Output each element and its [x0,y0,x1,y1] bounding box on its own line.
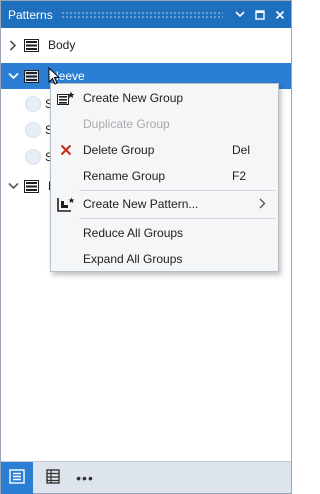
delete-x-icon [57,142,75,158]
tree-group-body[interactable]: Body [1,32,291,58]
pattern-thumbnail-icon [25,122,41,138]
menu-item-expand-all-groups[interactable]: Expand All Groups [51,246,278,272]
mouse-cursor-icon [48,66,61,88]
create-pattern-icon [57,196,75,212]
group-icon [23,69,39,83]
context-menu: Create New Group Duplicate Group Delete … [50,83,279,272]
group-icon [23,179,39,193]
patterns-panel: Patterns Body Sleeve S S S Create New Gr… [0,0,292,494]
bottom-toolbar: ••• [1,461,291,494]
submenu-arrow-icon [259,198,266,212]
panel-title: Patterns [8,7,53,22]
more-button[interactable]: ••• [69,462,101,494]
menu-item-shortcut: F2 [232,169,247,183]
menu-item-create-new-group[interactable]: Create New Group [51,85,278,111]
menu-item-label: Expand All Groups [83,252,183,266]
menu-item-shortcut: Del [232,143,251,157]
menu-item-label: Reduce All Groups [83,226,184,240]
menu-item-label: Duplicate Group [83,117,170,131]
maximize-icon[interactable] [251,6,269,24]
pattern-thumbnail-icon [25,96,41,112]
menu-item-rename-group[interactable]: Rename Group F2 [51,163,278,189]
pattern-thumbnail-icon [25,149,41,165]
create-group-icon [57,90,75,106]
menu-item-label: Rename Group [83,169,166,183]
menu-item-create-new-pattern[interactable]: Create New Pattern... [51,191,278,217]
menu-separator [79,218,276,219]
chevron-down-icon[interactable] [6,179,20,193]
properties-button[interactable] [37,462,69,494]
pattern-list-icon [9,468,25,487]
dropdown-icon[interactable] [231,6,249,24]
menu-item-label: Delete Group [83,143,155,157]
chevron-down-icon[interactable] [6,69,20,83]
panel-title-bar[interactable]: Patterns [1,1,291,28]
tree-group-label: Body [48,38,76,52]
title-bar-grip[interactable] [60,11,223,18]
properties-icon [46,468,60,487]
menu-item-label: Create New Group [83,91,184,105]
menu-item-label: Create New Pattern... [83,197,199,211]
group-icon [23,38,39,52]
chevron-right-icon[interactable] [6,38,20,52]
menu-item-duplicate-group[interactable]: Duplicate Group [51,111,278,137]
pattern-list-button[interactable] [1,461,33,494]
menu-item-reduce-all-groups[interactable]: Reduce All Groups [51,220,278,246]
close-icon[interactable] [271,6,289,24]
more-icon: ••• [76,469,94,486]
menu-item-delete-group[interactable]: Delete Group Del [51,137,278,163]
